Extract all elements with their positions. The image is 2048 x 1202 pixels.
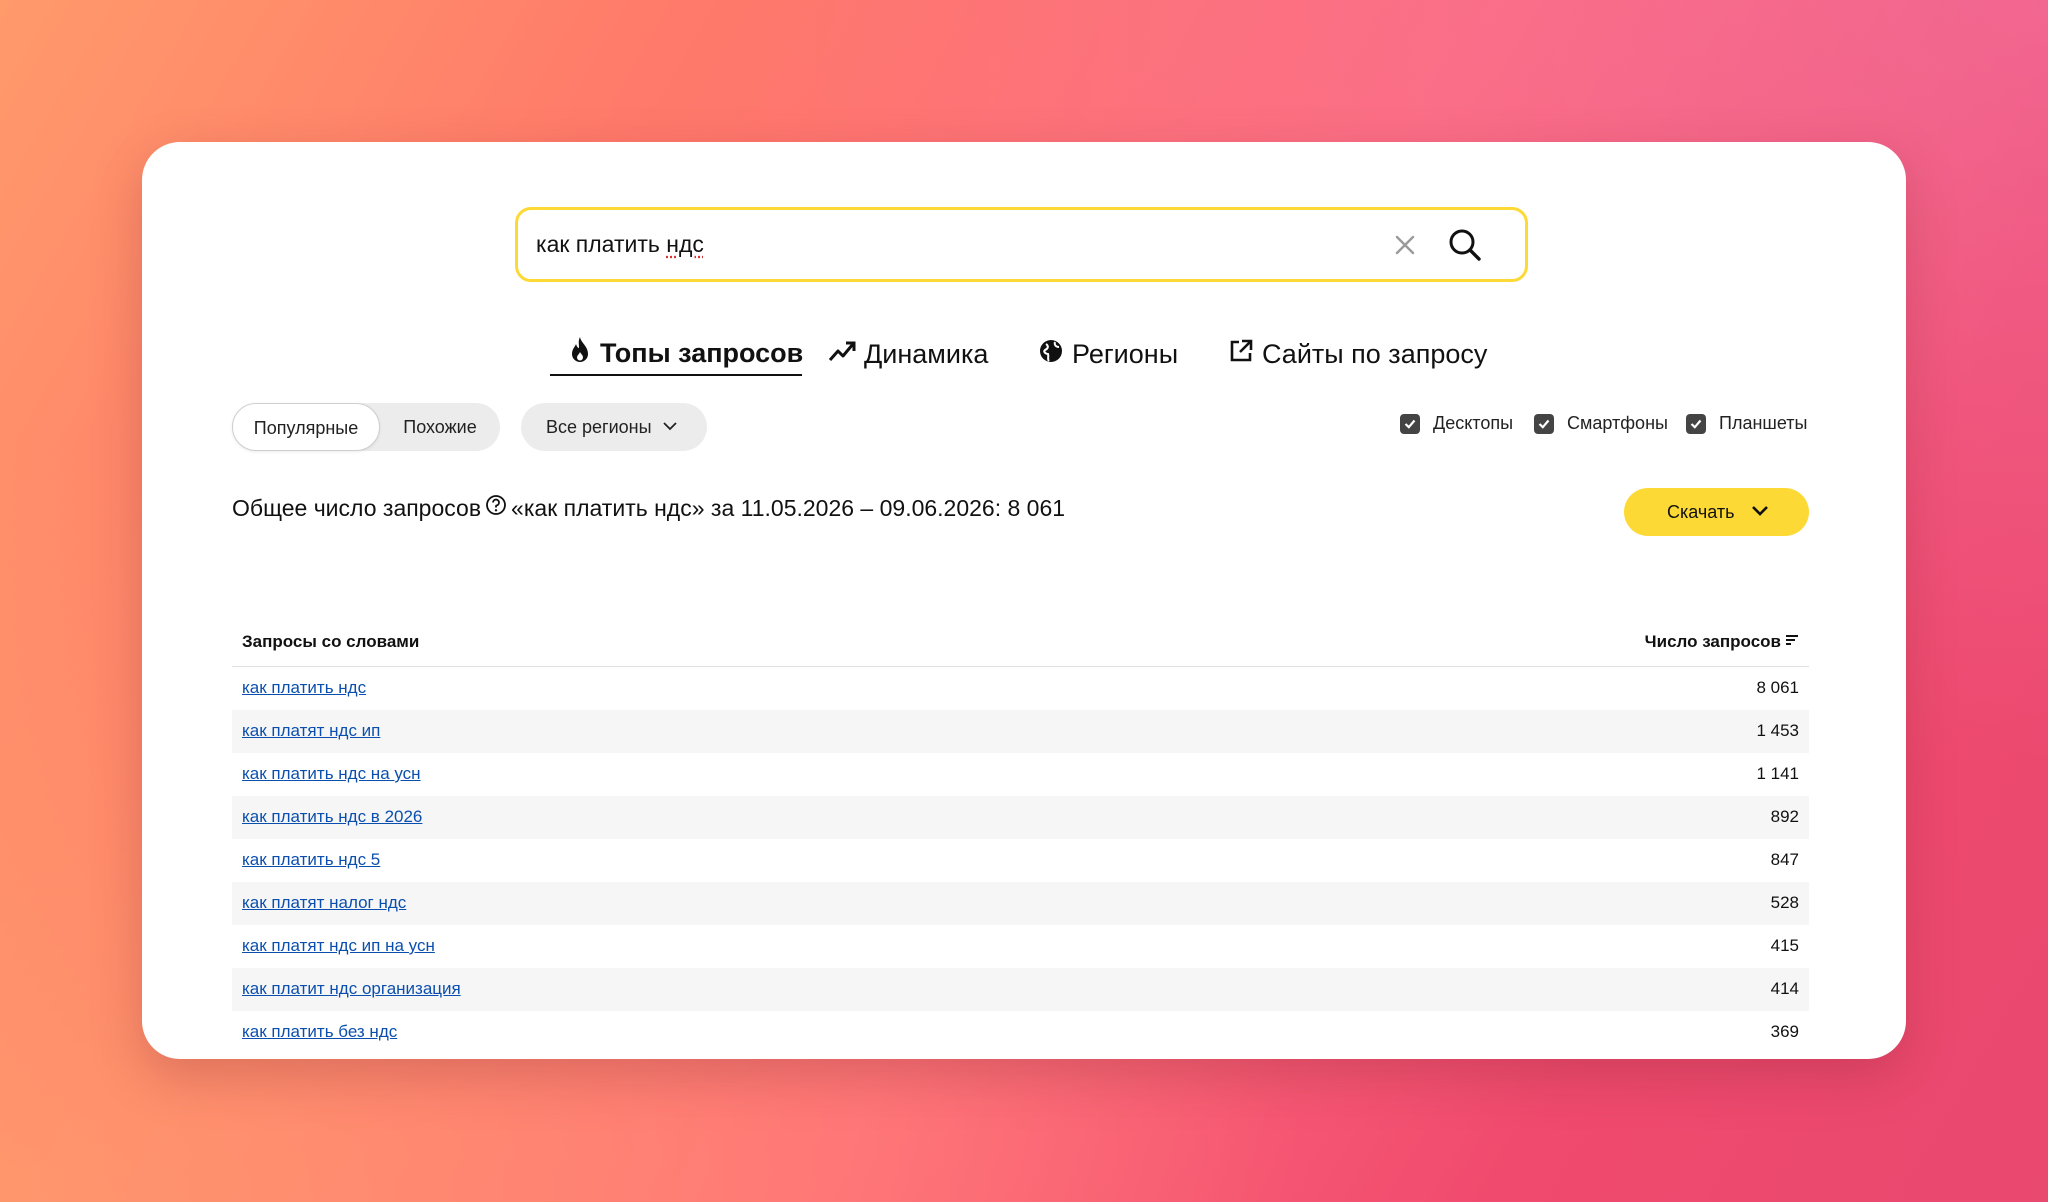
tab-regions[interactable]: Регионы xyxy=(1020,332,1200,376)
table-header: Запросы со словами Число запросов xyxy=(232,622,1809,667)
table-row: как платить ндс в 2026 892 xyxy=(232,796,1809,839)
checkbox-checked-icon xyxy=(1400,413,1420,434)
table-row: как платят ндс ип 1 453 xyxy=(232,710,1809,753)
checkbox-label: Смартфоны xyxy=(1567,413,1668,433)
question-icon[interactable] xyxy=(485,494,507,522)
checkbox-checked-icon xyxy=(1686,413,1706,434)
query-link[interactable]: как платит ндс организация xyxy=(242,979,461,999)
table-row: как платят ндс ип на усн 415 xyxy=(232,925,1809,968)
table-row: как платить без ндс 369 xyxy=(232,1011,1809,1054)
tab-sites[interactable]: Сайты по запросу xyxy=(1210,332,1490,376)
checkbox-tablets[interactable]: Планшеты xyxy=(1686,413,1807,434)
column-header-count[interactable]: Число запросов xyxy=(1645,632,1799,652)
segment-popular[interactable]: Популярные xyxy=(232,403,380,451)
checkbox-checked-icon xyxy=(1534,413,1554,434)
tab-dynamics[interactable]: Динамика xyxy=(810,332,1010,376)
checkbox-label: Десктопы xyxy=(1433,413,1514,433)
table-row: как платить ндс 5 847 xyxy=(232,839,1809,882)
query-count: 528 xyxy=(1770,893,1799,912)
search-icon[interactable] xyxy=(1446,226,1484,264)
main-card: как платить ндс Топы запросов Динамика Р… xyxy=(142,142,1906,1059)
search-input[interactable]: как платить ндс xyxy=(536,210,704,279)
table-row: как платить ндс на усн 1 141 xyxy=(232,753,1809,796)
query-count: 414 xyxy=(1770,979,1799,998)
checkbox-desktops[interactable]: Десктопы xyxy=(1400,413,1513,434)
sort-icon xyxy=(1781,632,1799,652)
segment-similar[interactable]: Похожие xyxy=(380,403,500,451)
column-header-count-label: Число запросов xyxy=(1644,632,1781,651)
total-value: «как платить ндс» за 11.05.2026 – 09.06.… xyxy=(511,494,1066,521)
query-count: 369 xyxy=(1770,1022,1799,1041)
download-label: Скачать xyxy=(1667,502,1735,522)
query-count: 847 xyxy=(1770,850,1799,869)
region-select[interactable]: Все регионы xyxy=(521,403,707,451)
close-icon[interactable] xyxy=(1390,230,1420,260)
query-link[interactable]: как платить ндс на усн xyxy=(242,764,421,784)
region-label: Все регионы xyxy=(546,417,652,437)
external-link-icon xyxy=(1228,338,1262,371)
query-link[interactable]: как платить ндс xyxy=(242,678,366,698)
table-row: как платят налог ндс 528 xyxy=(232,882,1809,925)
table-body: как платить ндс 8 061 как платят ндс ип 1 … xyxy=(232,667,1809,1054)
query-link[interactable]: как платят налог ндс xyxy=(242,893,406,913)
checkbox-smartphones[interactable]: Смартфоны xyxy=(1534,413,1668,434)
query-count: 1 453 xyxy=(1756,721,1799,740)
query-count: 8 061 xyxy=(1756,678,1799,697)
query-count: 415 xyxy=(1770,936,1799,955)
search-box[interactable]: как платить ндс xyxy=(515,207,1528,282)
query-link[interactable]: как платить ндс в 2026 xyxy=(242,807,422,827)
tab-label: Сайты по запросу xyxy=(1262,338,1488,369)
tab-label: Регионы xyxy=(1072,338,1179,369)
query-link[interactable]: как платят ндс ип на усн xyxy=(242,936,435,956)
download-button[interactable]: Скачать xyxy=(1624,488,1809,536)
table-row: как платит ндс организация 414 xyxy=(232,968,1809,1011)
checkbox-label: Планшеты xyxy=(1719,413,1808,433)
queries-table: Запросы со словами Число запросов как пл… xyxy=(232,622,1809,1054)
column-header-query: Запросы со словами xyxy=(242,632,420,651)
query-link[interactable]: как платить ндс 5 xyxy=(242,850,380,870)
total-label: Общее число запросов xyxy=(232,494,482,521)
globe-icon xyxy=(1038,338,1072,371)
trend-up-icon xyxy=(828,339,864,370)
fire-icon xyxy=(568,336,600,371)
query-link[interactable]: как платят ндс ип xyxy=(242,721,380,741)
query-count: 892 xyxy=(1770,807,1799,826)
total-summary: Общее число запросов «как платить ндс» з… xyxy=(232,494,1065,522)
query-link[interactable]: как платить без ндс xyxy=(242,1022,397,1042)
mode-switch: Популярные Похожие xyxy=(232,403,500,451)
spellcheck-word: ндс xyxy=(666,231,704,257)
tab-top-queries[interactable]: Топы запросов xyxy=(550,332,804,376)
tab-label: Топы запросов xyxy=(600,337,804,368)
table-row: как платить ндс 8 061 xyxy=(232,667,1809,710)
query-count: 1 141 xyxy=(1756,764,1799,783)
tab-label: Динамика xyxy=(864,338,989,369)
